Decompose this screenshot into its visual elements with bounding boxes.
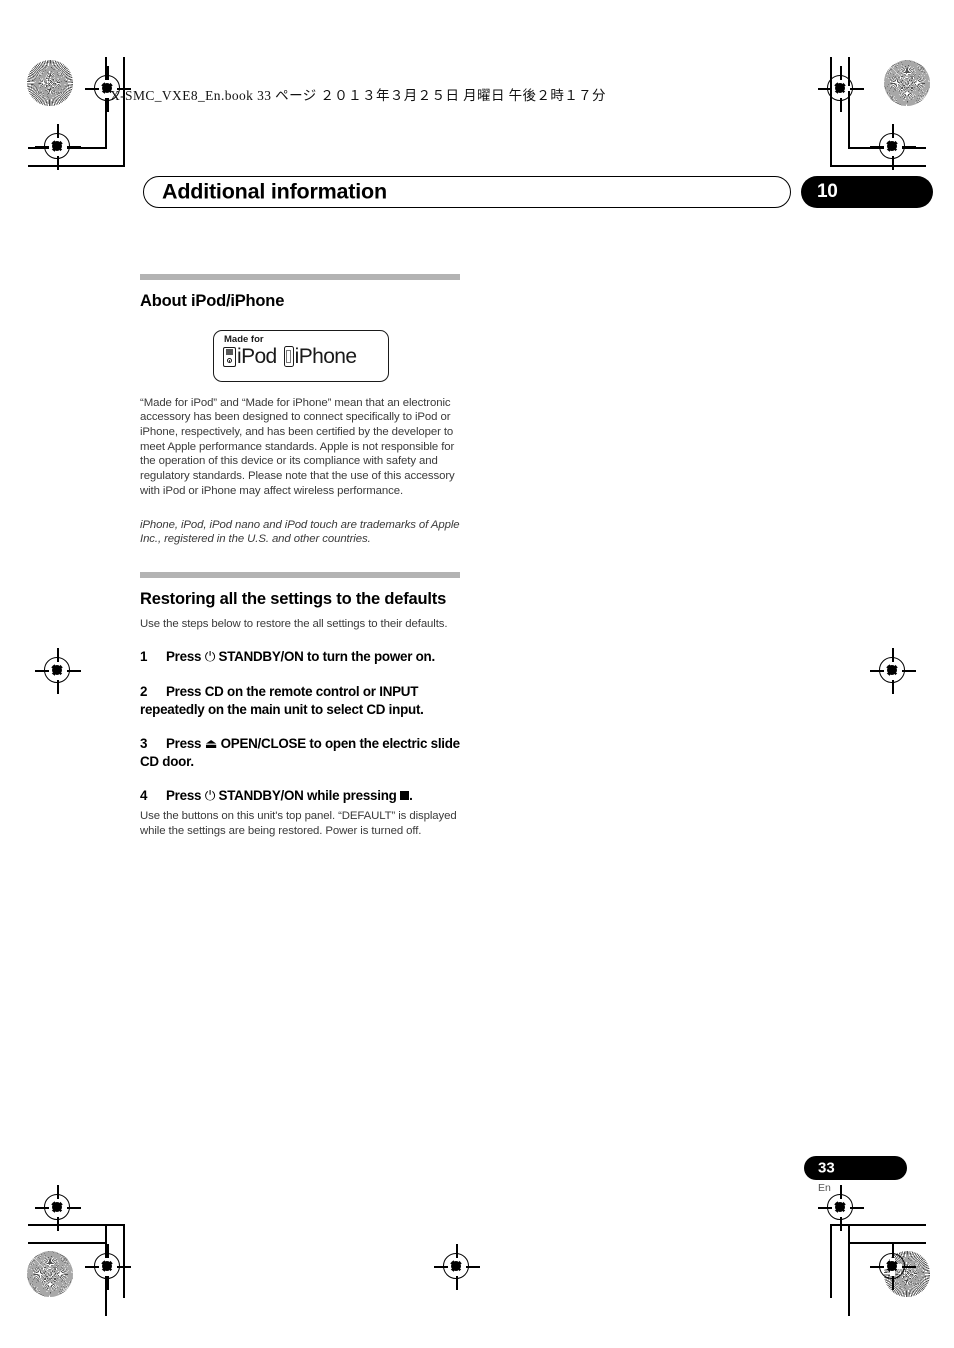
- book-file-header: X-SMC_VXE8_En.book 33 ページ ２０１３年３月２５日 月曜日…: [110, 88, 606, 103]
- procedure-step: 4 Press ⏻ STANDBY/ON while pressing . Use…: [140, 787, 462, 839]
- section-divider: [140, 274, 460, 280]
- power-standby-icon: ⏻: [204, 789, 216, 805]
- step-number: 2: [140, 684, 148, 700]
- section-about-ipod-iphone: About iPod/iPhone Made for iPod iPhone “…: [140, 274, 462, 547]
- section-divider: [140, 571, 460, 578]
- page-language-label: En: [818, 1182, 831, 1194]
- step-text-before: Press: [166, 788, 202, 804]
- step-text: Press CD on the remote control or INPUT …: [140, 684, 424, 717]
- procedure-step: 3 Press ⏏ OPEN/CLOSE to open the electric…: [140, 735, 462, 770]
- badge-device-row: iPod iPhone: [223, 345, 379, 369]
- iphone-device-icon: [283, 346, 294, 368]
- chapter-number-badge: 10: [801, 176, 933, 208]
- step-text-trailing: .: [409, 788, 413, 804]
- document-page: X-SMC_VXE8_En.book 33 ページ ２０１３年３月２５日 月曜日…: [0, 0, 954, 1348]
- made-for-apple-badge: Made for iPod iPhone: [213, 329, 389, 382]
- chapter-title-box: Additional information: [143, 176, 791, 208]
- section-heading: Restoring all the settings to the defaul…: [140, 589, 447, 608]
- step-number: 4: [140, 788, 148, 804]
- step-text-before: Press: [166, 649, 202, 665]
- iphone-word-label: iPhone: [294, 345, 357, 369]
- made-for-label: Made for: [224, 333, 264, 345]
- step-text: STANDBY/ON while pressing: [218, 788, 397, 804]
- apple-disclaimer-paragraph: “Made for iPod” and “Made for iPhone” me…: [140, 396, 455, 497]
- page-number-badge: 33: [804, 1156, 907, 1180]
- page-number-label: 33: [818, 1159, 835, 1177]
- apple-trademark-paragraph: iPhone, iPod, iPod nano and iPod touch a…: [140, 518, 460, 546]
- step-text-before: Press: [166, 735, 202, 751]
- eject-icon: ⏏: [204, 736, 218, 752]
- section-heading: About iPod/iPhone: [140, 292, 285, 310]
- ipod-device-icon: [223, 346, 236, 367]
- section-lead-text: Use the steps below to restore the all s…: [140, 617, 448, 630]
- step-number: 1: [140, 649, 148, 665]
- made-for-badge-wrap: Made for iPod iPhone: [140, 329, 462, 382]
- stop-square-icon: [400, 791, 410, 801]
- ipod-word-label: iPod: [237, 345, 277, 369]
- section-restoring-defaults: Restoring all the settings to the defaul…: [140, 571, 462, 839]
- procedure-step: 1 Press ⏻ STANDBY/ON to turn the power on…: [140, 648, 462, 666]
- page-title: Additional information: [162, 179, 387, 204]
- main-column: About iPod/iPhone Made for iPod iPhone “…: [140, 274, 462, 839]
- step-number: 3: [140, 735, 148, 751]
- step-note: Use the buttons on this unit's top panel…: [140, 810, 457, 838]
- step-text: STANDBY/ON to turn the power on.: [218, 649, 436, 665]
- power-standby-icon: ⏻: [204, 650, 216, 666]
- chapter-number-label: 10: [817, 181, 838, 202]
- procedure-step: 2 Press CD on the remote control or INPUT…: [140, 683, 462, 717]
